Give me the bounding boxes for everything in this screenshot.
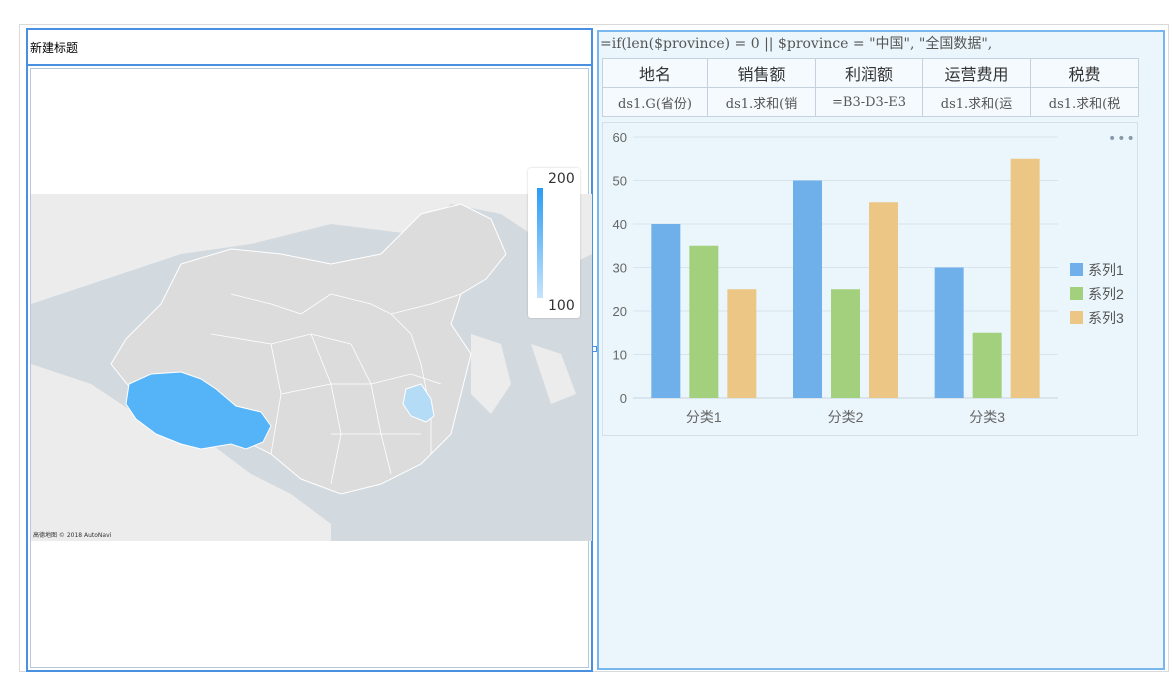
bar[interactable] [727, 289, 757, 398]
x-tick-label: 分类3 [969, 409, 1005, 425]
bar[interactable] [972, 332, 1002, 398]
report-grid: 地名 销售额 利润额 运营费用 税费 ds1.G(省份) ds1.求和(销 =B… [602, 58, 1139, 117]
y-tick-label: 60 [613, 130, 627, 145]
legend-swatch [1070, 263, 1083, 276]
legend-label[interactable]: 系列1 [1088, 262, 1124, 278]
formula-cell-3[interactable]: ds1.求和(运 [922, 87, 1031, 117]
bar[interactable] [793, 180, 822, 399]
legend-label[interactable]: 系列3 [1088, 310, 1124, 326]
china-map-graphic [31, 194, 592, 541]
formula-cell-1[interactable]: ds1.求和(销 [707, 87, 816, 117]
map-legend: 200 100 [528, 168, 580, 318]
legend-label[interactable]: 系列2 [1088, 286, 1124, 302]
y-tick-label: 50 [613, 174, 627, 189]
bar[interactable] [869, 202, 898, 398]
header-cell-2[interactable]: 利润额 [815, 58, 923, 88]
report-widget[interactable]: =if(len($province) = 0 || $province = "中… [597, 30, 1165, 670]
header-cell-1[interactable]: 销售额 [707, 58, 816, 88]
header-cell-3[interactable]: 运营费用 [922, 58, 1031, 88]
bar-chart: 0 10 20 30 40 50 60 分类1 分类2 分类3 系列1 系列2 系列3 [613, 130, 1124, 425]
formula-cell-0[interactable]: ds1.G(省份) [602, 87, 708, 117]
legend-swatch [1070, 311, 1083, 324]
legend-color-bar[interactable] [537, 188, 543, 298]
formula-bar[interactable]: =if(len($province) = 0 || $province = "中… [599, 32, 1163, 58]
header-cell-0[interactable]: 地名 [602, 58, 708, 88]
y-tick-label: 20 [613, 304, 627, 319]
map-widget[interactable]: 新建标题 高德地图 © 2018 AutoNavi 200 100 [26, 28, 593, 672]
bar[interactable] [651, 224, 681, 398]
map-widget-title[interactable]: 新建标题 [28, 30, 591, 66]
bar[interactable] [1010, 158, 1040, 398]
map-body: 高德地图 © 2018 AutoNavi 200 100 [30, 68, 592, 668]
x-tick-label: 分类1 [686, 409, 722, 425]
bar-chart-panel[interactable]: 0 10 20 30 40 50 60 分类1 分类2 分类3 系列1 系列2 系列3 ••• [602, 122, 1138, 436]
y-tick-label: 10 [613, 348, 627, 363]
bar[interactable] [689, 245, 719, 398]
header-cell-4[interactable]: 税费 [1030, 58, 1139, 88]
y-tick-label: 0 [620, 391, 627, 406]
bar[interactable] [934, 267, 964, 399]
more-options-icon[interactable]: ••• [1108, 131, 1136, 147]
legend-max-label: 200 [548, 171, 575, 187]
formula-cell-2[interactable]: =B3-D3-E3 [815, 87, 923, 117]
bar[interactable] [831, 289, 860, 398]
x-tick-label: 分类2 [828, 409, 864, 425]
y-tick-label: 40 [613, 217, 627, 232]
y-tick-label: 30 [613, 261, 627, 276]
formula-cell-4[interactable]: ds1.求和(税 [1030, 87, 1139, 117]
legend-swatch [1070, 287, 1083, 300]
map-copyright: 高德地图 © 2018 AutoNavi [33, 532, 112, 539]
china-map[interactable]: 高德地图 © 2018 AutoNavi [31, 194, 592, 541]
legend-min-label: 100 [548, 298, 575, 314]
